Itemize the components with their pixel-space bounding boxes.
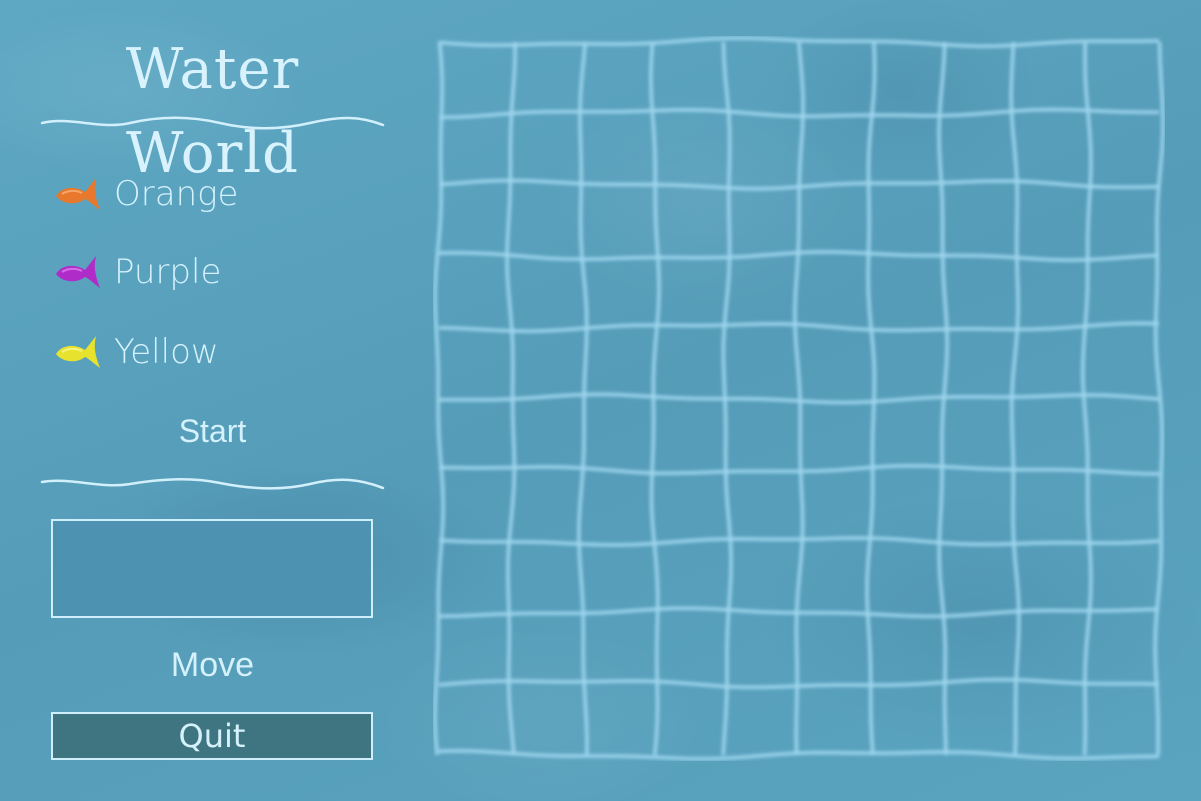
yellow-fish-icon [56,336,100,368]
move-button[interactable]: Move [130,638,295,690]
grid-row-line [438,107,1159,120]
grid-row-line [438,535,1160,548]
grid-row-line [438,748,1160,761]
quit-button[interactable]: Quit [51,712,373,760]
player-option-yellow[interactable]: Yellow [52,326,352,378]
orange-fish-icon [56,178,100,210]
game-board[interactable] [433,36,1165,761]
message-box [51,519,373,618]
grid-column-line [792,41,805,756]
grid-column-line [864,41,877,756]
grid-row-line [438,606,1160,619]
player-label-purple: Purple [114,252,222,292]
purple-fish-icon [56,256,100,288]
top-wave-divider [40,116,385,130]
player-option-purple[interactable]: Purple [52,246,352,298]
start-button[interactable]: Start [140,404,285,456]
bottom-wave-divider [40,478,385,490]
player-option-orange[interactable]: Orange [52,168,352,220]
player-label-orange: Orange [114,174,239,214]
board-grid[interactable] [433,36,1165,761]
grid-row-line [438,321,1160,334]
grid-column-line [576,41,590,756]
player-label-yellow: Yellow [114,332,219,372]
grid-column-line [1080,41,1093,756]
